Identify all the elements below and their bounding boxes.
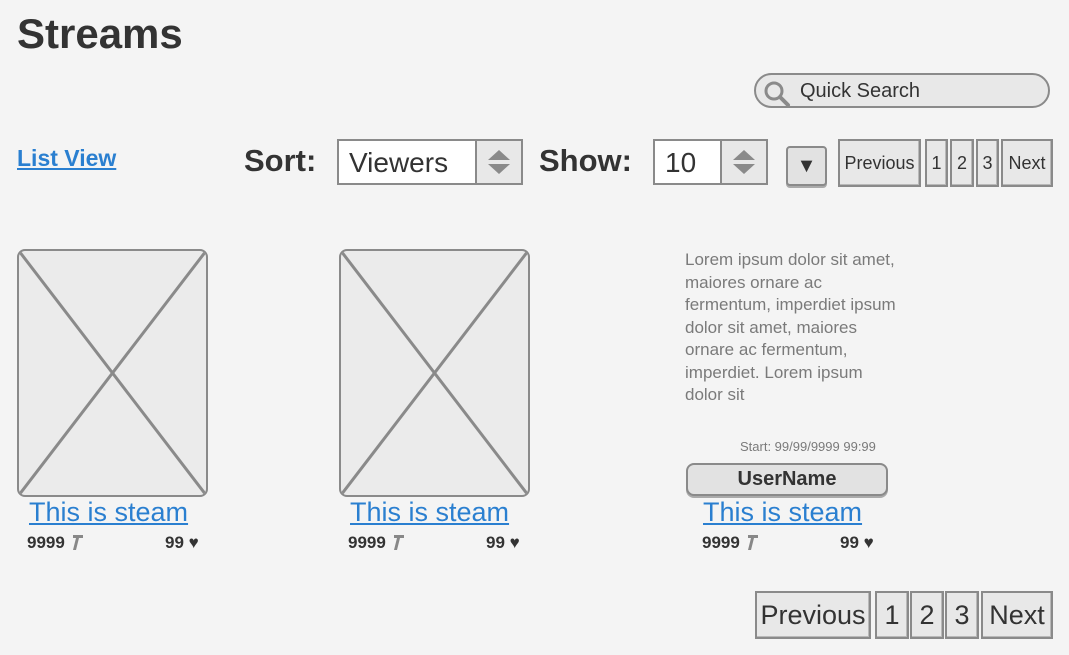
viewer-count: 9999	[348, 533, 407, 553]
pagination-page[interactable]: 3	[945, 591, 979, 639]
search-input[interactable]: Quick Search	[800, 80, 920, 103]
pagination-page[interactable]: 3	[976, 139, 999, 187]
sort-value: Viewers	[349, 147, 449, 178]
like-count: 99 ♥	[840, 533, 874, 552]
stream-thumbnail-placeholder[interactable]	[339, 249, 530, 497]
dropdown-button[interactable]: ▼	[786, 146, 827, 186]
stream-title-link[interactable]: This is steam	[350, 497, 509, 528]
pagination-previous[interactable]: Previous	[838, 139, 921, 187]
stream-title-link[interactable]: This is steam	[703, 497, 862, 528]
pagination-next[interactable]: Next	[981, 591, 1053, 639]
quick-search[interactable]: Quick Search	[754, 73, 1050, 108]
viewers-icon	[72, 535, 83, 550]
image-placeholder-icon	[19, 251, 206, 495]
page-title: Streams	[17, 10, 183, 57]
stream-thumbnail-placeholder[interactable]	[17, 249, 208, 497]
like-count: 99 ♥	[165, 533, 199, 552]
like-count: 99 ♥	[486, 533, 520, 552]
pagination-page[interactable]: 1	[875, 591, 909, 639]
username-button[interactable]: UserName	[686, 463, 888, 496]
viewer-count: 9999	[27, 533, 86, 553]
pagination-previous[interactable]: Previous	[755, 591, 871, 639]
pagination-page[interactable]: 2	[950, 139, 974, 187]
show-value: 10	[665, 147, 697, 178]
list-view-link[interactable]: List View	[17, 145, 116, 172]
pagination-page[interactable]: 1	[925, 139, 948, 187]
viewers-icon	[393, 535, 404, 550]
sort-label: Sort:	[244, 143, 317, 178]
stream-description: Lorem ipsum dolor sit amet, maiores orna…	[685, 250, 896, 404]
viewer-count: 9999	[702, 533, 761, 553]
pagination-page[interactable]: 2	[910, 591, 944, 639]
spinner-arrows-icon[interactable]	[475, 141, 521, 183]
stream-title-link[interactable]: This is steam	[29, 497, 188, 528]
pagination-next[interactable]: Next	[1001, 139, 1053, 187]
stream-start-time: Start: 99/99/9999 99:99	[740, 439, 876, 454]
search-icon	[764, 81, 790, 107]
show-stepper[interactable]: 10	[653, 139, 768, 185]
image-placeholder-icon	[341, 251, 528, 495]
show-label: Show:	[539, 143, 632, 178]
sort-select[interactable]: Viewers	[337, 139, 523, 185]
viewers-icon	[747, 535, 758, 550]
spinner-arrows-icon[interactable]	[720, 141, 766, 183]
